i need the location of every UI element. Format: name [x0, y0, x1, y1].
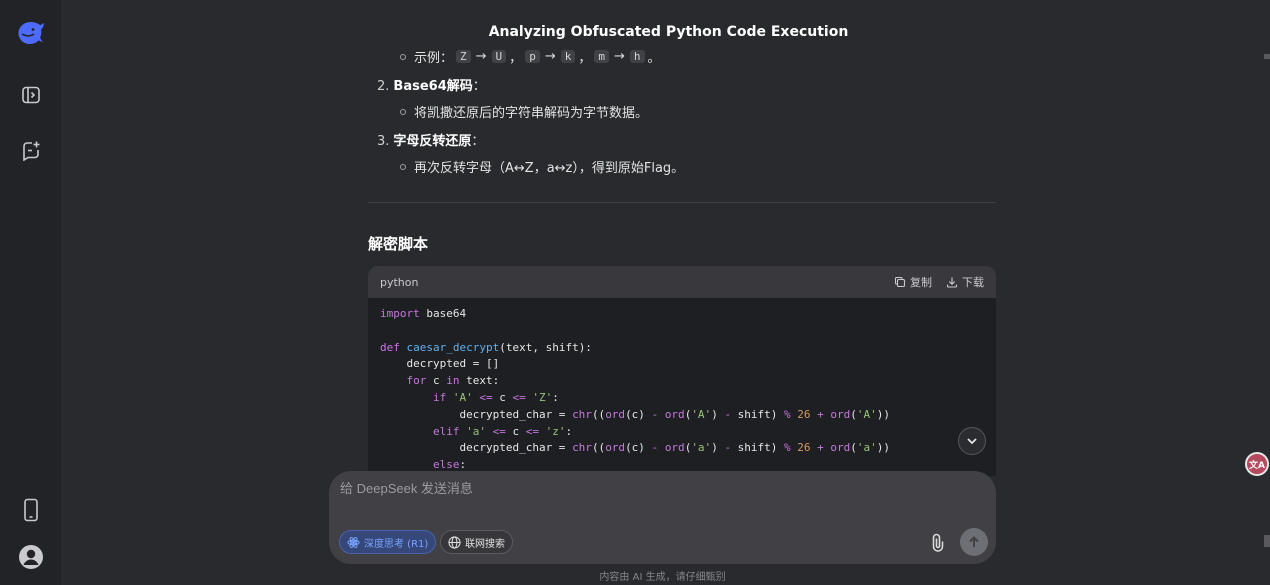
sidebar: [0, 0, 61, 585]
conversation-title: Analyzing Obfuscated Python Code Executi…: [488, 24, 849, 40]
step-colon: ：: [472, 79, 486, 94]
step-detail: 再次反转字母（A↔Z，a↔z），得到原始Flag。: [414, 161, 685, 176]
step-item-2: 2. Base64解码：: [377, 75, 486, 94]
code-line: import base64: [380, 307, 467, 320]
step-title: Base64解码: [393, 79, 473, 94]
atom-icon: [347, 536, 360, 548]
code-line: decrypted_char = chr((ord(c) - ord('a') …: [380, 441, 891, 455]
step-title: 字母反转还原: [393, 134, 472, 149]
copy-label: 复制: [910, 276, 932, 289]
scroll-to-bottom-button[interactable]: [958, 427, 986, 455]
scrollbar-marker: [1264, 54, 1270, 59]
code-line: decrypted_char = chr((ord(c) - ord('A') …: [380, 407, 891, 421]
step-2-detail: 将凯撒还原后的字符串解码为字节数据。: [400, 102, 648, 121]
deepseek-chat-app: Analyzing Obfuscated Python Code Executi…: [0, 0, 1270, 585]
code-line: def caesar_decrypt(text, shift):: [380, 340, 592, 354]
code-line: if 'A' <= c <= 'Z':: [432, 390, 559, 404]
inline-code: h: [629, 50, 645, 63]
code-language: python: [380, 275, 419, 289]
scrollbar-marker: [1264, 535, 1270, 547]
divider: [368, 202, 996, 203]
ai-disclaimer: 内容由 AI 生成，请仔细甄别: [599, 572, 726, 583]
web-search-toggle[interactable]: 联网搜索: [440, 530, 513, 554]
step-3-detail: 再次反转字母（A↔Z，a↔z），得到原始Flag。: [400, 157, 684, 176]
code-block-header: python 复制 下载: [368, 266, 996, 298]
web-search-label: 联网搜索: [465, 538, 505, 550]
send-button[interactable]: [960, 528, 988, 556]
step-detail: 将凯撒还原后的字符串解码为字节数据。: [414, 106, 649, 121]
attach-file-button[interactable]: [926, 530, 950, 554]
user-avatar-icon[interactable]: [14, 540, 48, 574]
inline-code: p: [525, 50, 540, 63]
example-line: 示例： Z → U ， p → k ， m → h 。: [400, 47, 661, 66]
code-line: for c in text:: [406, 374, 500, 388]
deep-think-label: 深度思考 (R1): [364, 538, 429, 550]
example-label: 示例：: [414, 51, 454, 66]
inline-code: k: [560, 50, 576, 63]
arrow-up-icon: [969, 536, 979, 547]
message-input[interactable]: [340, 481, 980, 496]
download-label: 下载: [962, 276, 984, 289]
mobile-app-icon[interactable]: [14, 493, 48, 527]
inline-code: U: [491, 50, 507, 63]
step-item-3: 3. 字母反转还原：: [377, 130, 484, 149]
separator: ，: [578, 51, 592, 66]
bullet-icon: [400, 163, 406, 170]
code-line: elif 'a' <= c <= 'z':: [432, 424, 573, 438]
chevron-down-icon: [967, 438, 977, 445]
code-line: decrypted = []: [380, 357, 500, 371]
globe-icon: [448, 535, 461, 549]
download-icon: [946, 277, 958, 288]
inline-code: Z: [456, 50, 471, 63]
message-composer: 深度思考 (R1) 联网搜索: [329, 471, 996, 564]
deep-think-toggle[interactable]: 深度思考 (R1): [339, 530, 437, 554]
copy-icon: [894, 276, 906, 288]
new-chat-icon[interactable]: [14, 133, 48, 167]
sentence-end: 。: [647, 51, 661, 66]
translate-extension-button[interactable]: 文A: [1245, 452, 1269, 476]
bullet-icon: [400, 108, 406, 115]
inline-code: m: [594, 50, 609, 63]
step-number: 3.: [377, 134, 390, 149]
code-block: python 复制 下载 import base64 def caesar_de…: [368, 266, 996, 476]
arrow-glyph: →: [613, 49, 625, 64]
download-button[interactable]: 下载: [946, 274, 984, 290]
copy-button[interactable]: 复制: [894, 274, 932, 290]
step-colon: ：: [471, 134, 485, 149]
arrow-glyph: →: [544, 49, 556, 64]
deepseek-logo-icon[interactable]: [14, 16, 48, 50]
bullet-icon: [400, 53, 406, 60]
section-heading: 解密脚本: [368, 235, 429, 253]
step-number: 2.: [377, 79, 390, 94]
separator: ，: [509, 51, 523, 66]
arrow-glyph: →: [475, 49, 487, 64]
code-content: import base64 def caesar_decrypt(text, s…: [368, 298, 996, 476]
toggle-sidebar-icon[interactable]: [14, 78, 48, 112]
paperclip-icon: [932, 533, 944, 552]
